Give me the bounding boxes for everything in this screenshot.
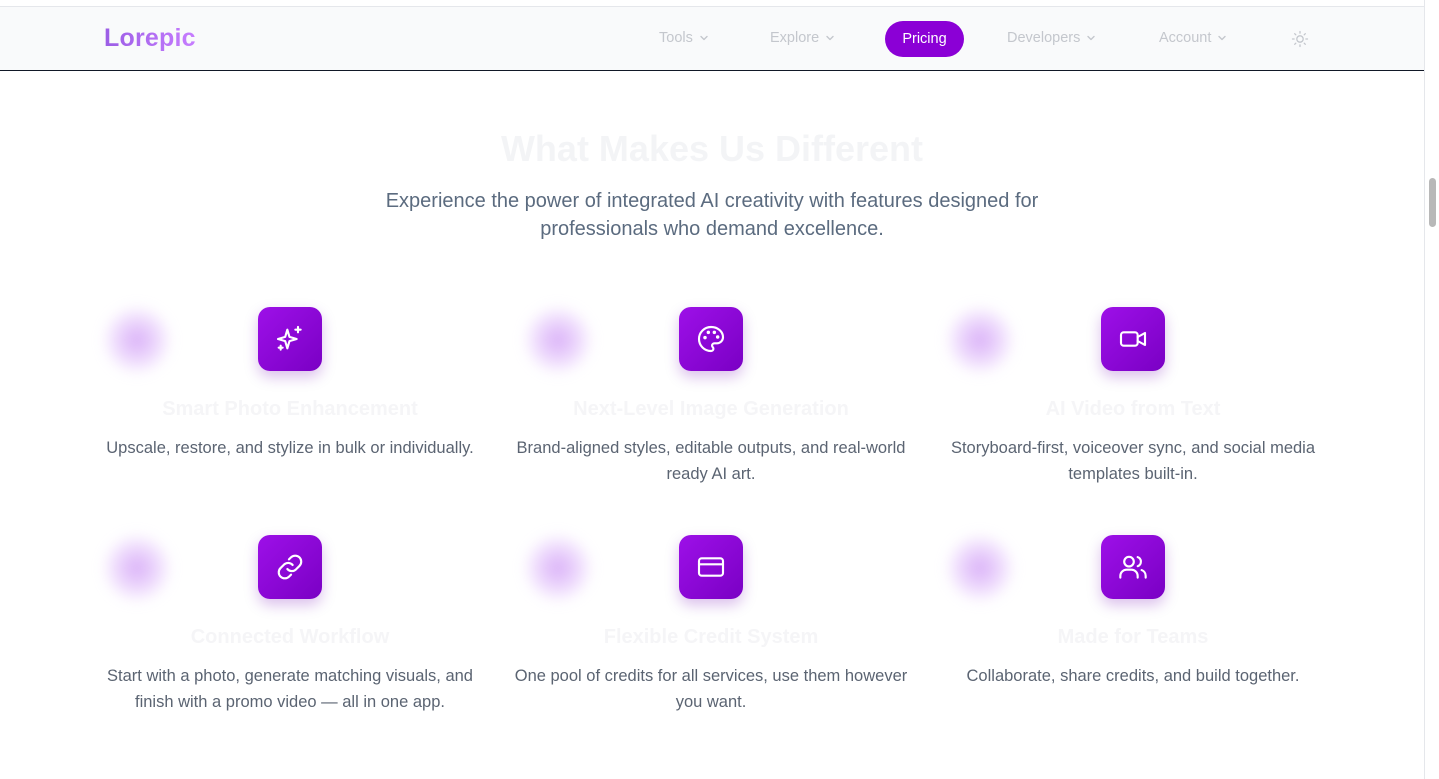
feature-icon-box (679, 307, 743, 371)
feature-description: One pool of credits for all services, us… (514, 667, 908, 711)
chevron-down-icon (826, 35, 834, 41)
feature-icon-box (1101, 307, 1165, 371)
nav-developers-label: Developers (1007, 30, 1081, 46)
chevron-down-icon (1218, 35, 1227, 41)
feature-title: Flexible Credit System (603, 626, 819, 648)
feature-description: Storyboard-first, voiceover sync, and so… (950, 439, 1316, 483)
glow-decoration (945, 305, 1015, 375)
nav-tools-label: Tools (659, 30, 693, 46)
top-border (0, 0, 1424, 7)
glow-decoration (523, 533, 593, 603)
nav-explore[interactable]: Explore (770, 30, 835, 46)
users-icon (1119, 555, 1147, 579)
nav-account[interactable]: Account (1159, 30, 1227, 46)
video-camera-icon (1119, 331, 1147, 347)
glow-decoration (102, 533, 172, 603)
feature-title: Connected Workflow (190, 626, 390, 648)
nav-developers[interactable]: Developers (1007, 30, 1096, 46)
glow-decoration (102, 305, 172, 375)
feature-title: Made for Teams (1057, 626, 1209, 648)
nav-pricing-button[interactable]: Pricing (885, 21, 964, 57)
credit-card-icon (697, 557, 725, 577)
navbar: Lorepic Tools Explore Pricing Developers… (0, 7, 1424, 71)
nav-tools[interactable]: Tools (659, 30, 709, 46)
chevron-down-icon (1087, 35, 1096, 41)
link-icon (277, 554, 303, 580)
feature-icon-box (679, 535, 743, 599)
feature-title: Smart Photo Enhancement (162, 398, 418, 420)
sparkles-icon (276, 325, 302, 351)
glow-decoration (523, 305, 593, 375)
feature-icon-box (1101, 535, 1165, 599)
scrollbar[interactable] (1424, 0, 1439, 779)
feature-icon-box (258, 535, 322, 599)
feature-description: Start with a photo, generate matching vi… (107, 667, 473, 711)
scrollbar-thumb[interactable] (1429, 178, 1436, 227)
feature-description: Upscale, restore, and stylize in bulk or… (106, 439, 474, 457)
nav-explore-label: Explore (770, 30, 820, 46)
logo[interactable]: Lorepic (104, 24, 196, 53)
feature-icon-box (258, 307, 322, 371)
feature-description: Collaborate, share credits, and build to… (966, 667, 1300, 685)
chevron-down-icon (700, 35, 708, 41)
feature-description: Brand-aligned styles, editable outputs, … (516, 439, 906, 483)
glow-decoration (945, 533, 1015, 603)
palette-icon (697, 325, 725, 353)
feature-title: Next-Level Image Generation (573, 398, 849, 420)
feature-title: AI Video from Text (1045, 398, 1221, 420)
section-subtitle: Experience the power of integrated AI cr… (385, 190, 1039, 240)
nav-account-label: Account (1159, 30, 1212, 46)
section-title: What Makes Us Different (500, 128, 924, 169)
sun-icon[interactable] (1290, 29, 1310, 49)
